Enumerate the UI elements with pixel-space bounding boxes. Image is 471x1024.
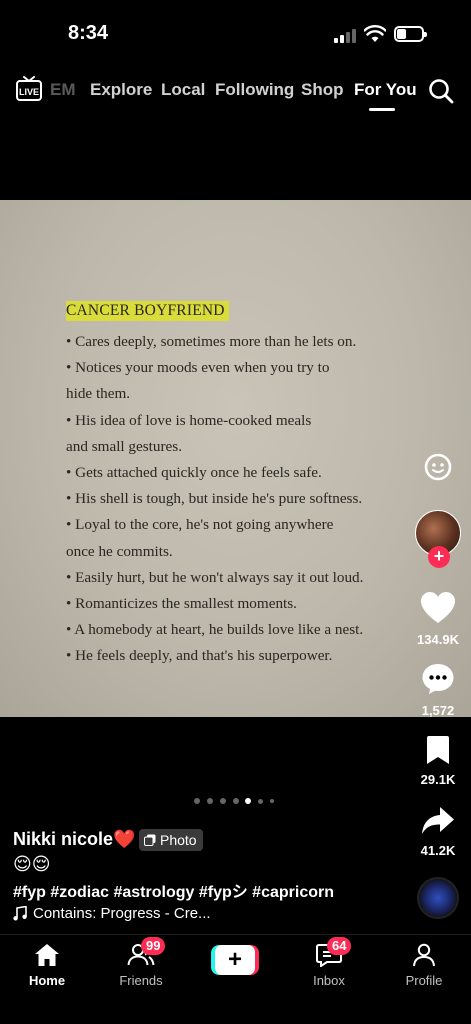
bookmark-icon	[427, 736, 449, 764]
photo-line: • Cares deeply, sometimes more than he l…	[66, 333, 357, 350]
share-button[interactable]: 41.2K	[412, 806, 464, 858]
smiley-face-icon	[424, 453, 452, 481]
cellular-signal-icon	[334, 27, 358, 43]
photo-line: • Easily hurt, but he won't always say i…	[66, 568, 364, 586]
friends-notification-badge: 99	[141, 937, 166, 955]
author-name[interactable]: Nikki nicole❤️	[13, 829, 135, 850]
comment-count: 1,572	[421, 703, 455, 718]
music-info[interactable]: Contains: Progress - Cre...	[13, 905, 211, 922]
follow-plus-icon[interactable]: +	[428, 546, 450, 568]
search-icon[interactable]	[428, 78, 454, 104]
carousel-dot	[194, 798, 200, 804]
music-disc[interactable]	[417, 877, 459, 919]
tab-explore[interactable]: Explore	[90, 80, 152, 100]
photo-text-block: CANCER BOYFRIEND • Cares deeply, sometim…	[66, 298, 456, 670]
nav-inbox-label: Inbox	[313, 973, 345, 988]
nav-profile[interactable]: Profile	[389, 943, 459, 988]
nav-profile-label: Profile	[405, 973, 443, 988]
tab-for-you[interactable]: For You	[354, 80, 417, 100]
photo-mode-icon	[144, 834, 156, 846]
plus-icon: +	[215, 945, 255, 975]
photo-heading: CANCER BOYFRIEND	[66, 301, 229, 321]
carousel-dot	[220, 798, 226, 804]
photo-line: • His idea of love is home-cooked meals	[66, 411, 312, 429]
photo-line: hide them.	[66, 385, 131, 403]
like-button[interactable]: 134.9K	[412, 591, 464, 647]
photo-badge: Photo	[139, 829, 203, 851]
tab-following[interactable]: Following	[215, 80, 294, 100]
nav-home-label: Home	[28, 973, 66, 988]
share-arrow-icon	[422, 807, 454, 834]
photo-line: • He feels deeply, and that's his superp…	[66, 647, 333, 665]
status-bar: 8:34	[0, 0, 471, 70]
create-button[interactable]: +	[211, 945, 259, 975]
save-button[interactable]: 29.1K	[412, 735, 464, 787]
carousel-dot	[233, 798, 239, 804]
heart-icon	[421, 592, 455, 623]
nav-home[interactable]: Home	[12, 943, 82, 988]
photo-line: • Loyal to the core, he's not going anyw…	[66, 516, 334, 534]
comment-bubble-icon	[422, 664, 454, 694]
caption-emoji: 😌😌	[13, 854, 51, 874]
photo-line: • Notices your moods even when you try t…	[66, 359, 330, 377]
wifi-icon	[364, 25, 386, 42]
photo-line: • A homebody at heart, he builds love li…	[66, 621, 364, 639]
profile-icon	[413, 943, 435, 967]
svg-text:LIVE: LIVE	[19, 87, 39, 97]
nav-friends-label: Friends	[119, 973, 163, 988]
photo-line: once he commits.	[66, 542, 173, 560]
music-title: Contains: Progress - Cre...	[33, 905, 211, 922]
like-count: 134.9K	[417, 632, 459, 647]
photo-line: • His shell is tough, but inside he's pu…	[66, 490, 363, 508]
tab-em[interactable]: EM	[50, 80, 76, 100]
photo-badge-label: Photo	[160, 832, 197, 848]
active-tab-indicator	[369, 108, 395, 111]
carousel-dot	[270, 799, 274, 803]
caption-hashtags[interactable]: #fyp #zodiac #astrology #fypシ #capricorn	[13, 878, 334, 902]
live-icon[interactable]: LIVE	[16, 76, 42, 102]
music-note-icon	[13, 906, 27, 921]
bottom-nav: Home Friends 99 + Inbox 64 Profile	[0, 934, 471, 1024]
comment-button[interactable]: 1,572	[412, 662, 464, 718]
top-nav: LIVE EM Explore Local Following Shop For…	[0, 72, 471, 112]
inbox-notification-badge: 64	[327, 937, 352, 955]
ai-assistant-button[interactable]	[412, 452, 464, 487]
photo-line: and small gestures.	[66, 437, 182, 455]
status-time: 8:34	[68, 22, 109, 44]
tab-shop[interactable]: Shop	[301, 80, 344, 100]
save-count: 29.1K	[420, 772, 456, 787]
post-photo[interactable]: CANCER BOYFRIEND • Cares deeply, sometim…	[0, 200, 471, 717]
carousel-dot	[207, 798, 213, 804]
carousel-dot-active	[245, 798, 251, 804]
share-count: 41.2K	[420, 843, 456, 858]
tab-local[interactable]: Local	[161, 80, 205, 100]
battery-icon	[394, 26, 427, 42]
carousel-dot	[258, 799, 263, 804]
photo-line: • Gets attached quickly once he feels sa…	[66, 464, 322, 482]
photo-line: • Romanticizes the smallest moments.	[66, 595, 297, 613]
home-icon	[35, 944, 59, 966]
